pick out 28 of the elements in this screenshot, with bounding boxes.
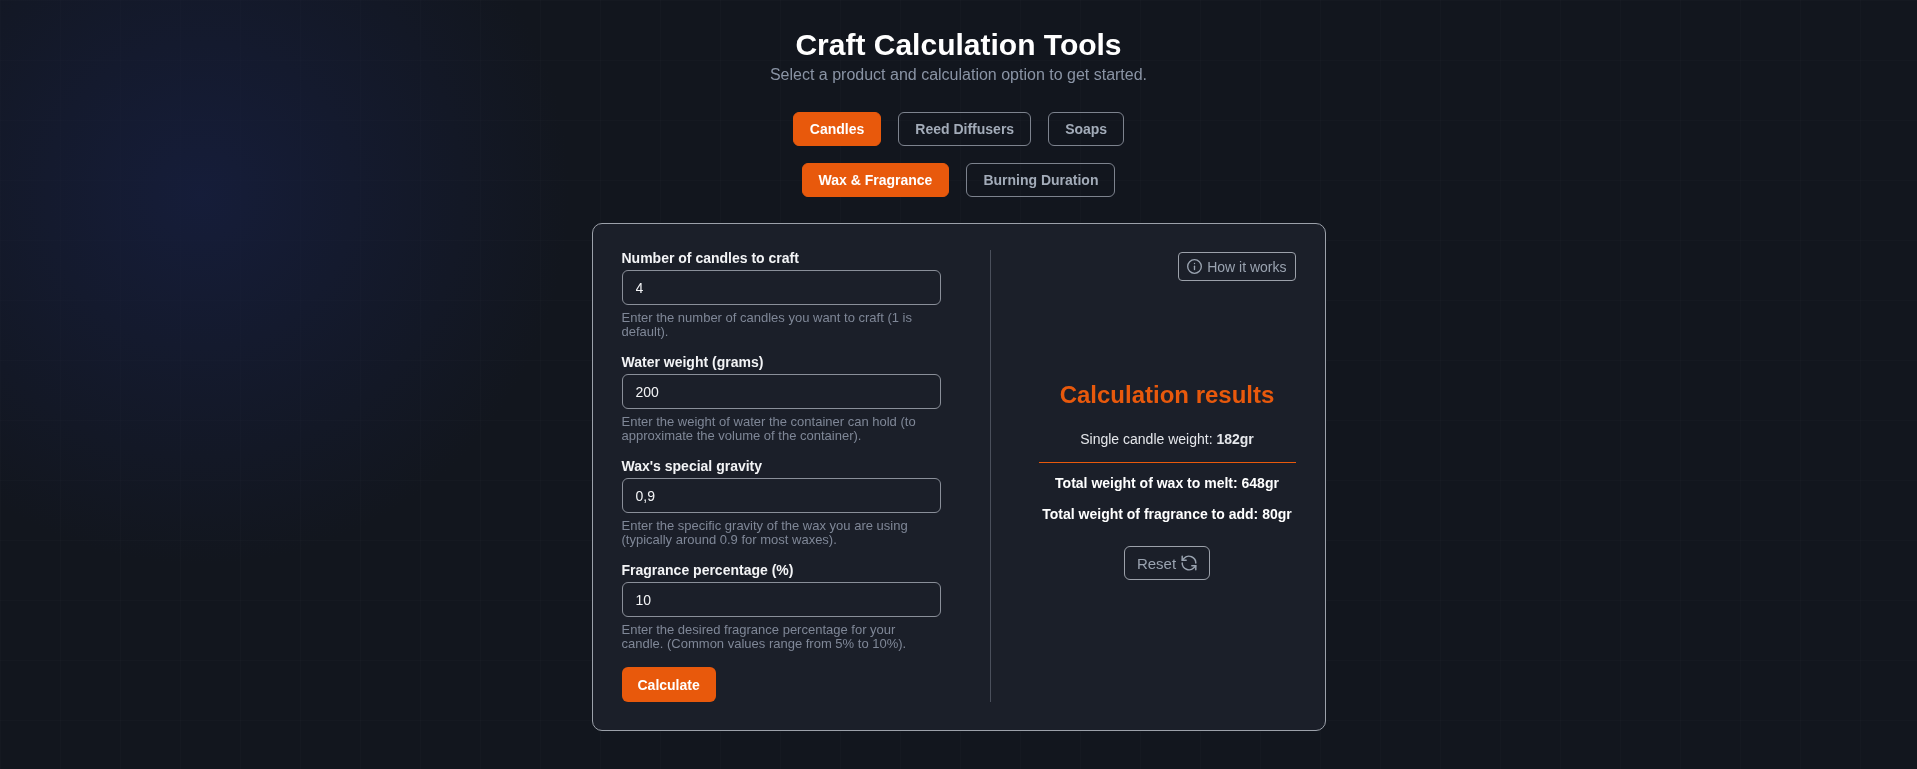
field-help-text: Enter the weight of water the container can hold (to approximate the volume of the container).	[621, 415, 917, 443]
calculation-tab[interactable]: Wax & Fragrance	[801, 163, 950, 197]
field-label: Fragrance percentage (%)	[621, 562, 795, 579]
field-label: Number of candles to craft	[621, 250, 800, 267]
calculation-tab[interactable]: Burning Duration	[966, 163, 1116, 197]
page-title: Craft Calculation Tools	[795, 27, 1122, 63]
result-summary-text: Single candle weight: 182gr	[1080, 430, 1254, 448]
reset-button[interactable]: Reset	[1123, 546, 1211, 580]
field-label: Water weight (grams)	[621, 354, 765, 371]
result-total-text: Total weight of fragrance to add: 80gr	[1042, 505, 1292, 523]
how-it-works-button[interactable]: How it works	[1178, 252, 1296, 281]
results-title: Calculation results	[1059, 380, 1275, 409]
product-tab[interactable]: Reed Diffusers	[898, 112, 1032, 146]
page-subtitle: Select a product and calculation option to get started.	[769, 65, 1148, 85]
product-tab[interactable]: Candles	[792, 112, 882, 146]
field-label: Wax's special gravity	[621, 458, 764, 475]
product-tab[interactable]: Soaps	[1048, 112, 1125, 146]
field-help-text: Enter the desired fragrance percentage for your candle. (Common values range from 5% to 10%).	[621, 623, 908, 651]
calculate-button[interactable]: Calculate	[621, 667, 716, 702]
number-input[interactable]: 0,9	[621, 478, 941, 513]
number-input[interactable]: 200	[621, 374, 941, 409]
number-input[interactable]: 4	[621, 270, 941, 305]
info-icon	[1187, 259, 1203, 274]
field-help-text: Enter the number of candles you want to craft (1 is default).	[621, 311, 913, 339]
result-total-text: Total weight of wax to melt: 648gr	[1055, 474, 1279, 492]
refresh-icon	[1181, 555, 1198, 571]
field-help-text: Enter the specific gravity of the wax you are using (typically around 0.9 for most waxes).	[621, 519, 909, 547]
number-input[interactable]: 10	[621, 582, 941, 617]
